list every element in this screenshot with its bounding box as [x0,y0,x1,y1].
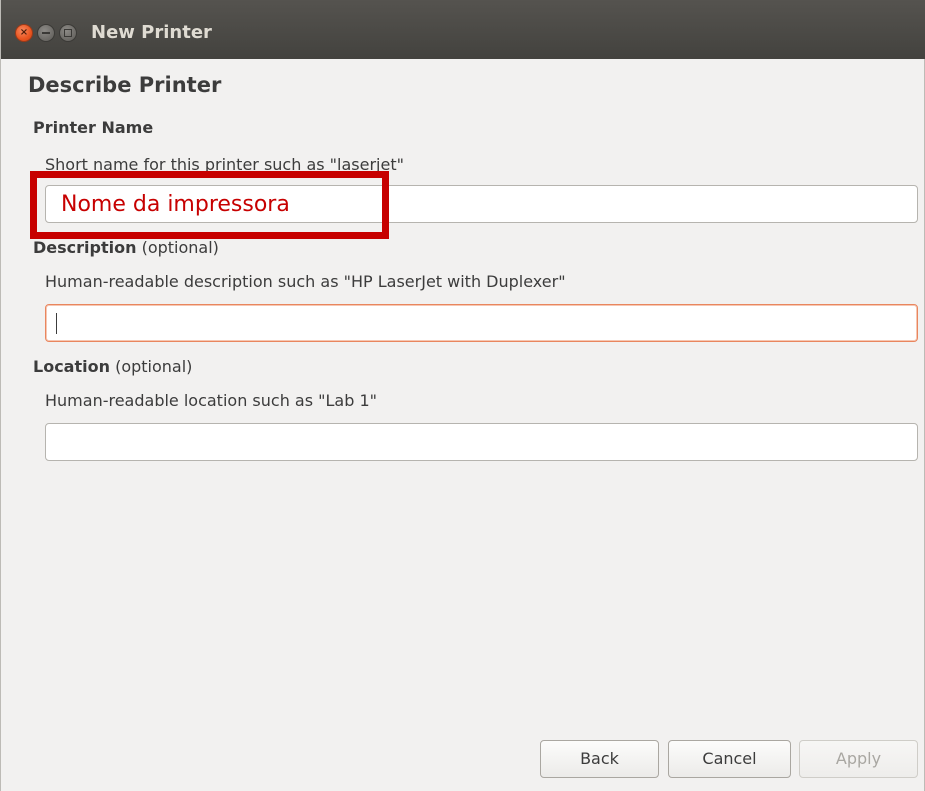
close-icon[interactable]: × [15,24,33,42]
description-label: Description (optional) [33,238,219,257]
location-input[interactable] [45,423,918,461]
description-optional-text: (optional) [136,238,219,257]
maximize-icon[interactable] [59,24,77,42]
location-label: Location (optional) [33,357,192,376]
description-input[interactable] [45,304,918,342]
apply-button[interactable]: Apply [799,740,918,778]
printer-name-label: Printer Name [33,118,153,137]
cancel-button[interactable]: Cancel [668,740,791,778]
printer-name-label-text: Printer Name [33,118,154,137]
close-glyph: × [19,27,29,38]
description-label-text: Description [33,238,137,257]
back-button[interactable]: Back [540,740,659,778]
new-printer-window: × New Printer Describe Printer Printer N… [0,0,925,791]
text-caret [56,313,57,334]
page-heading: Describe Printer [28,73,222,97]
minimize-glyph [42,32,50,34]
description-hint: Human-readable description such as "HP L… [45,272,566,291]
annotation-label: Nome da impressora [61,192,290,217]
title-bar[interactable]: × New Printer [1,0,925,59]
location-hint: Human-readable location such as "Lab 1" [45,391,377,410]
window-title: New Printer [91,22,212,43]
location-optional-text: (optional) [109,357,193,376]
maximize-glyph [64,29,72,37]
minimize-icon[interactable] [37,24,55,42]
location-label-text: Location [33,357,110,376]
